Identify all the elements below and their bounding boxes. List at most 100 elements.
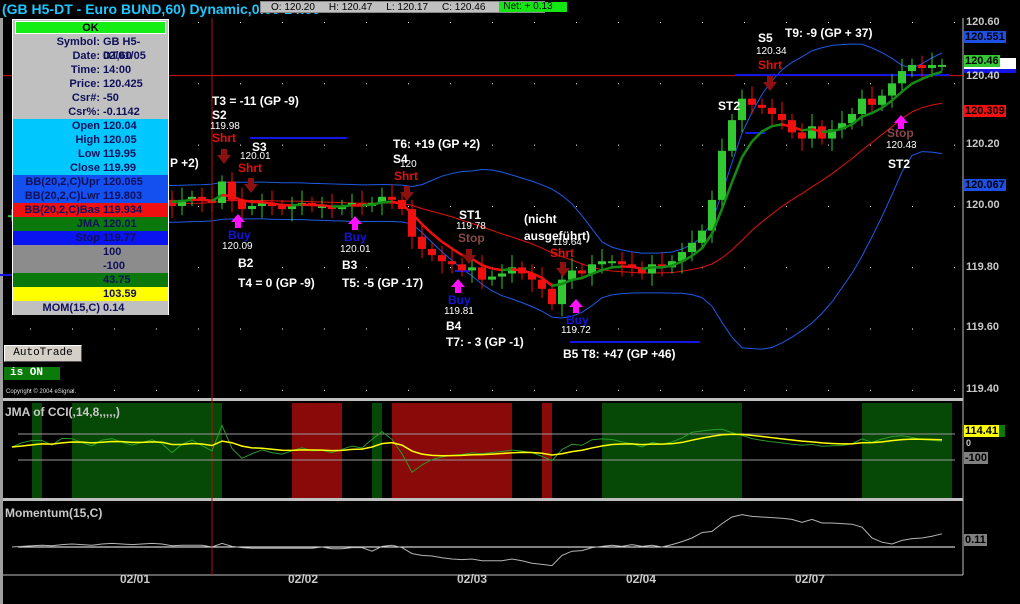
grid-dot: [576, 144, 577, 146]
cursor-data-window[interactable]: OK Symbol: GB H5-DT,60 Date: 02/01/05 Time: 1…: [12, 19, 169, 315]
jma-segment: [341, 204, 353, 208]
row-key: Stop: [75, 232, 100, 244]
grid-dot: [702, 389, 703, 391]
grid-dot: [450, 22, 451, 23]
candle-body: [498, 273, 506, 277]
grid-dot: [954, 389, 955, 391]
price-tick: 119.40: [966, 383, 1000, 395]
note-not-filled-2: ausgeführt): [524, 229, 590, 243]
row-key: Csr#:: [71, 92, 100, 104]
grid-dot: [198, 389, 199, 391]
grid-dot: [912, 389, 913, 391]
grid-dot: [744, 267, 745, 269]
net-change: Net: + 0.13: [499, 2, 567, 12]
row-value: 43.75: [103, 274, 131, 286]
short-label: Shrt: [394, 169, 418, 183]
cci-pane-title: JMA of CCI(,14,8,,,,,): [5, 405, 120, 419]
row-value: 119.95: [103, 148, 137, 160]
buy-arrow-icon: [348, 216, 362, 230]
momentum-value: 0.11: [964, 534, 987, 546]
candle-body: [578, 270, 586, 274]
jma-segment: [801, 127, 813, 132]
grid-dot: [450, 267, 451, 269]
candle-body: [438, 255, 446, 262]
jma-segment: [381, 200, 393, 204]
row-key: Low: [78, 148, 100, 160]
row-key: Time:: [70, 64, 100, 76]
trade-label-t5: T5: -5 (GP -17): [342, 276, 424, 290]
grid-dot: [954, 144, 955, 146]
grid-dot: [156, 328, 157, 330]
jma-segment: [261, 201, 273, 205]
grid-dot: [912, 328, 913, 330]
jma-segment: [271, 202, 283, 207]
left-border: [0, 18, 3, 604]
grid-dot: [786, 389, 787, 391]
short-arrow-icon: [763, 76, 777, 91]
grid-dot: [534, 144, 535, 146]
grid-dot: [72, 328, 73, 330]
grid-dot: [912, 22, 913, 23]
momentum-line: [11, 514, 943, 567]
grid-dot: [240, 83, 241, 85]
jma-segment: [451, 247, 463, 257]
row-value: 0.14: [103, 302, 125, 314]
candle-body: [478, 267, 486, 280]
candle-body: [548, 288, 556, 305]
candle-body: [898, 71, 906, 84]
row-key: JMA: [76, 218, 100, 230]
grid-dot: [660, 205, 661, 207]
bb-lower-value: 120.067: [964, 179, 1006, 191]
candle-body: [748, 98, 756, 105]
candle-body: [388, 196, 396, 200]
data-window-row: 100: [13, 245, 168, 259]
jma-segment: [730, 156, 744, 183]
grid-dot: [114, 328, 115, 330]
data-window-row: -100: [13, 259, 168, 273]
grid-dot: [828, 83, 829, 85]
grid-dot: [366, 22, 367, 23]
grid-dot: [828, 22, 829, 23]
autotrade-button[interactable]: AutoTrade: [4, 345, 82, 362]
trade-label-t6: T6: +19 (GP +2): [393, 137, 481, 151]
stop-arrow-icon: [462, 249, 476, 264]
row-value: GB H5-DT,60: [103, 36, 141, 62]
grid-dot: [660, 22, 661, 23]
row-key: [13, 287, 103, 301]
row-key: BB(20,2,C)Lwr: [24, 190, 100, 202]
short-label: Shrt: [758, 58, 782, 72]
short-arrow-icon: [556, 262, 570, 277]
price-b2: 120.09: [222, 241, 253, 252]
open-value: O: 120.20: [271, 1, 315, 13]
grid-dot: [786, 328, 787, 330]
grid-dot: [366, 267, 367, 269]
grid-dot: [954, 267, 955, 269]
trade-label-t4: T4 = 0 (GP -9): [238, 276, 315, 290]
grid-dot: [744, 144, 745, 146]
price-tick: 120.00: [966, 199, 1000, 211]
grid-dot: [324, 144, 325, 146]
grid-dot: [198, 83, 199, 85]
jma-segment: [611, 265, 623, 269]
grid-dot: [534, 22, 535, 23]
grid-dot: [870, 267, 871, 269]
row-key: Price:: [69, 78, 100, 90]
grid-dot: [744, 205, 745, 207]
candle-body: [248, 206, 256, 210]
grid-dot: [786, 144, 787, 146]
price-b5: 119.72: [561, 325, 591, 336]
grid-dot: [408, 328, 409, 330]
jma-segment: [361, 203, 373, 207]
grid-dot: [576, 267, 577, 269]
jma-segment: [831, 127, 843, 133]
candle-body: [688, 242, 696, 253]
grid-dot: [324, 83, 325, 85]
grid-dot: [870, 205, 871, 207]
price-b4: 119.81: [444, 306, 474, 317]
grid-dot: [828, 267, 829, 269]
grid-dot: [660, 328, 661, 330]
ok-button[interactable]: OK: [15, 21, 166, 34]
grid-dot: [954, 328, 955, 330]
jma-segment: [911, 77, 923, 85]
date-label: 02/01: [120, 572, 151, 586]
